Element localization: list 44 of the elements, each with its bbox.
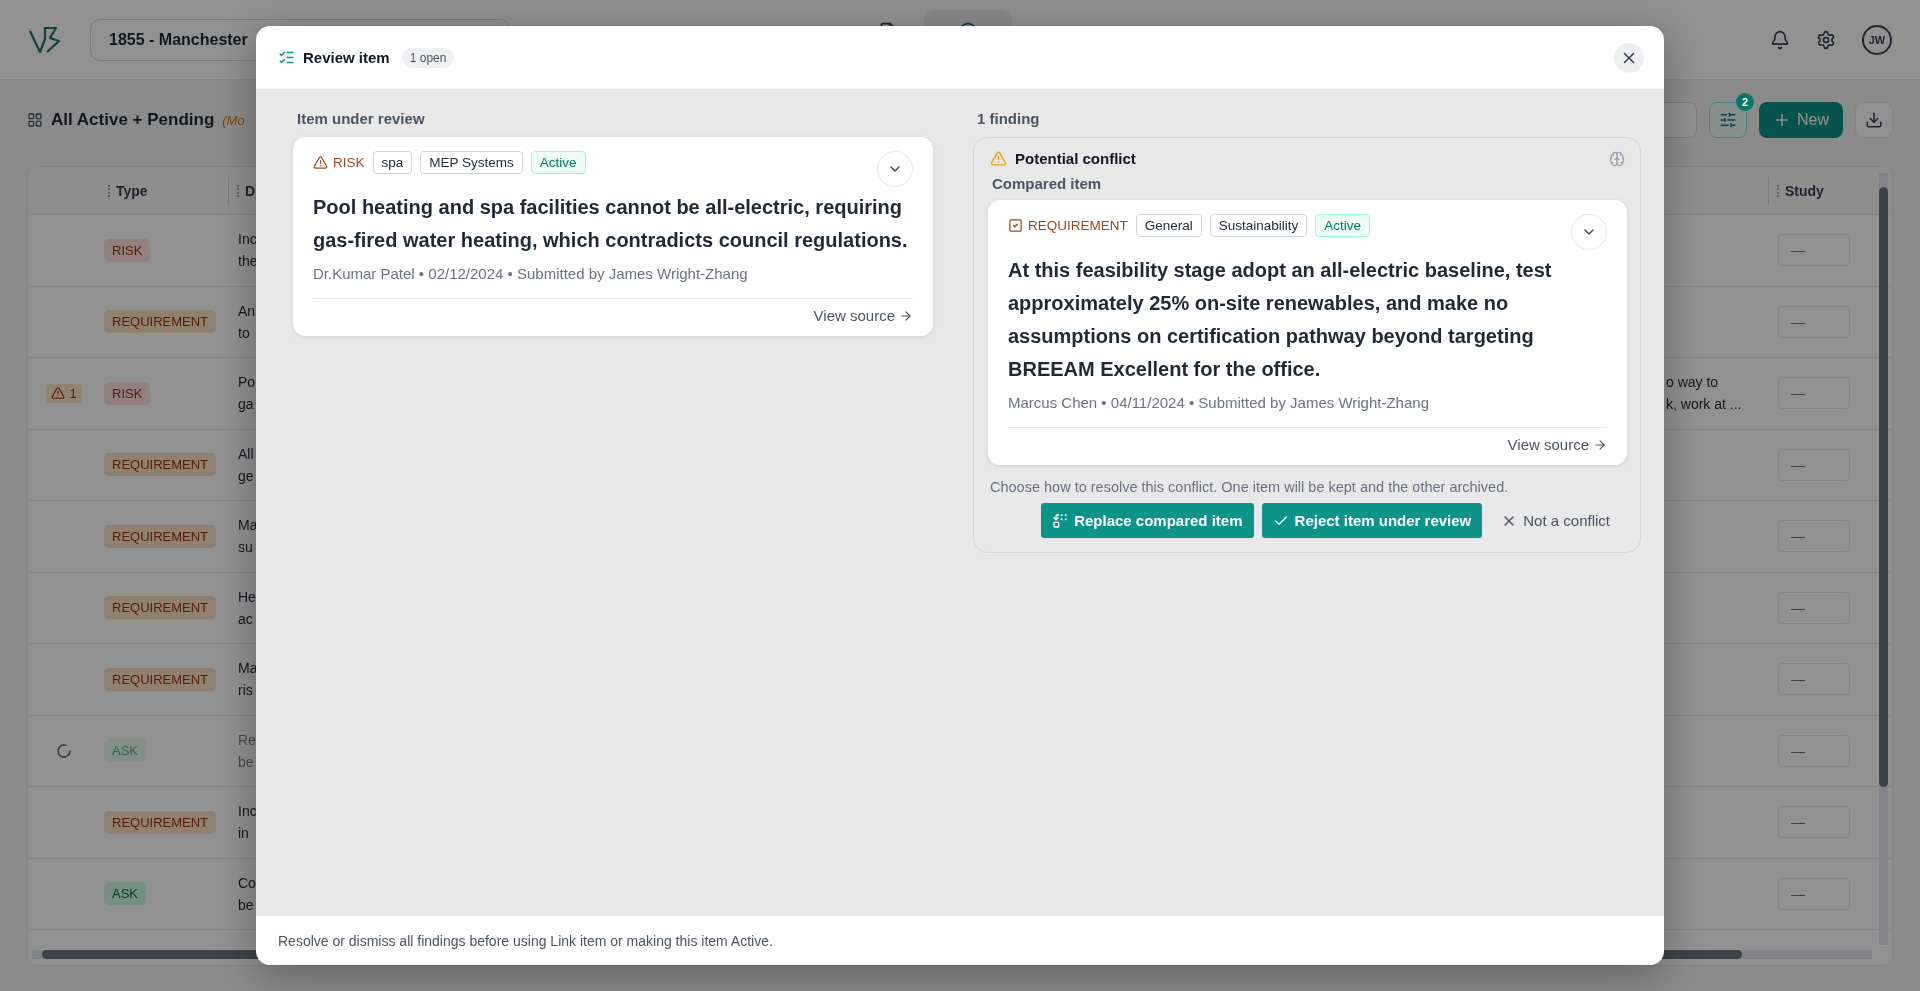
type-badge: REQUIREMENT	[104, 524, 217, 548]
type-badge: RISK	[104, 238, 151, 262]
table-cell-text: o way to k, work at ...	[1665, 373, 1742, 415]
table-cell-text: An to	[237, 301, 256, 343]
item-type-label: REQUIREMENT	[1028, 218, 1128, 233]
tag: MEP Systems	[420, 151, 523, 174]
table-cell-text: Ma su	[237, 516, 258, 558]
table-cell-text: Re be	[237, 730, 256, 772]
dialog-footer-note: Resolve or dismiss all findings before using Link item or making this item Active.	[256, 915, 1664, 965]
type-badge: REQUIREMENT	[104, 310, 217, 334]
finding-title: Potential conflict	[1015, 150, 1136, 167]
section-label: Item under review	[296, 110, 426, 127]
item-meta: Dr.Kumar Patel • 02/12/2024 • Submitted by James Wright-Zhang	[313, 265, 913, 299]
type-badge: RISK	[104, 381, 151, 405]
resolve-hint: Choose how to resolve this conflict. One item will be kept and the other archived.	[989, 479, 1510, 495]
type-badge: REQUIREMENT	[104, 453, 217, 477]
type-badge: ASK	[104, 882, 146, 906]
section-label: Compared item	[991, 175, 1103, 192]
table-cell-text: All ge	[237, 444, 254, 486]
warning-count: 1	[69, 385, 77, 401]
table-cell-text: Inc in	[237, 802, 257, 844]
table-cell-text: Ma ris	[237, 659, 258, 701]
view-note: (Mo	[222, 112, 245, 128]
table-cell-text: Po ga	[237, 373, 256, 415]
section-label: 1 finding	[976, 110, 1041, 127]
type-badge: REQUIREMENT	[104, 596, 217, 620]
tag: General	[1135, 214, 1202, 237]
status-tag: Active	[1315, 214, 1371, 237]
filter-count-badge: 2	[1736, 93, 1754, 111]
table-cell-text: Inc the	[237, 230, 258, 272]
open-count-badge: 1 open	[401, 47, 455, 68]
type-badge: REQUIREMENT	[104, 667, 217, 691]
item-type-label: RISK	[333, 155, 365, 170]
item-text: Pool heating and spa facilities cannot be all-electric, requiring gas-fired water heating, which contradicts council regulations.	[313, 195, 909, 253]
view-title: All Active + Pending	[51, 110, 215, 130]
table-cell-text: He ac	[237, 587, 256, 629]
tag: spa	[372, 151, 413, 174]
tag: Sustainability	[1209, 214, 1308, 237]
status-tag: Active	[530, 151, 586, 174]
table-cell-text: Co be	[237, 873, 256, 915]
item-meta: Marcus Chen • 04/11/2024 • Submitted by James Wright-Zhang	[1008, 394, 1607, 428]
item-text: At this feasibility stage adopt an all-electric baseline, test approximately 25% on-site renewables, and make no assumptions on certification pathway beyond targeting BREEAM Excellent for the office.	[1008, 258, 1553, 382]
type-badge: REQUIREMENT	[104, 810, 217, 834]
dialog-title: Review item	[303, 49, 390, 66]
